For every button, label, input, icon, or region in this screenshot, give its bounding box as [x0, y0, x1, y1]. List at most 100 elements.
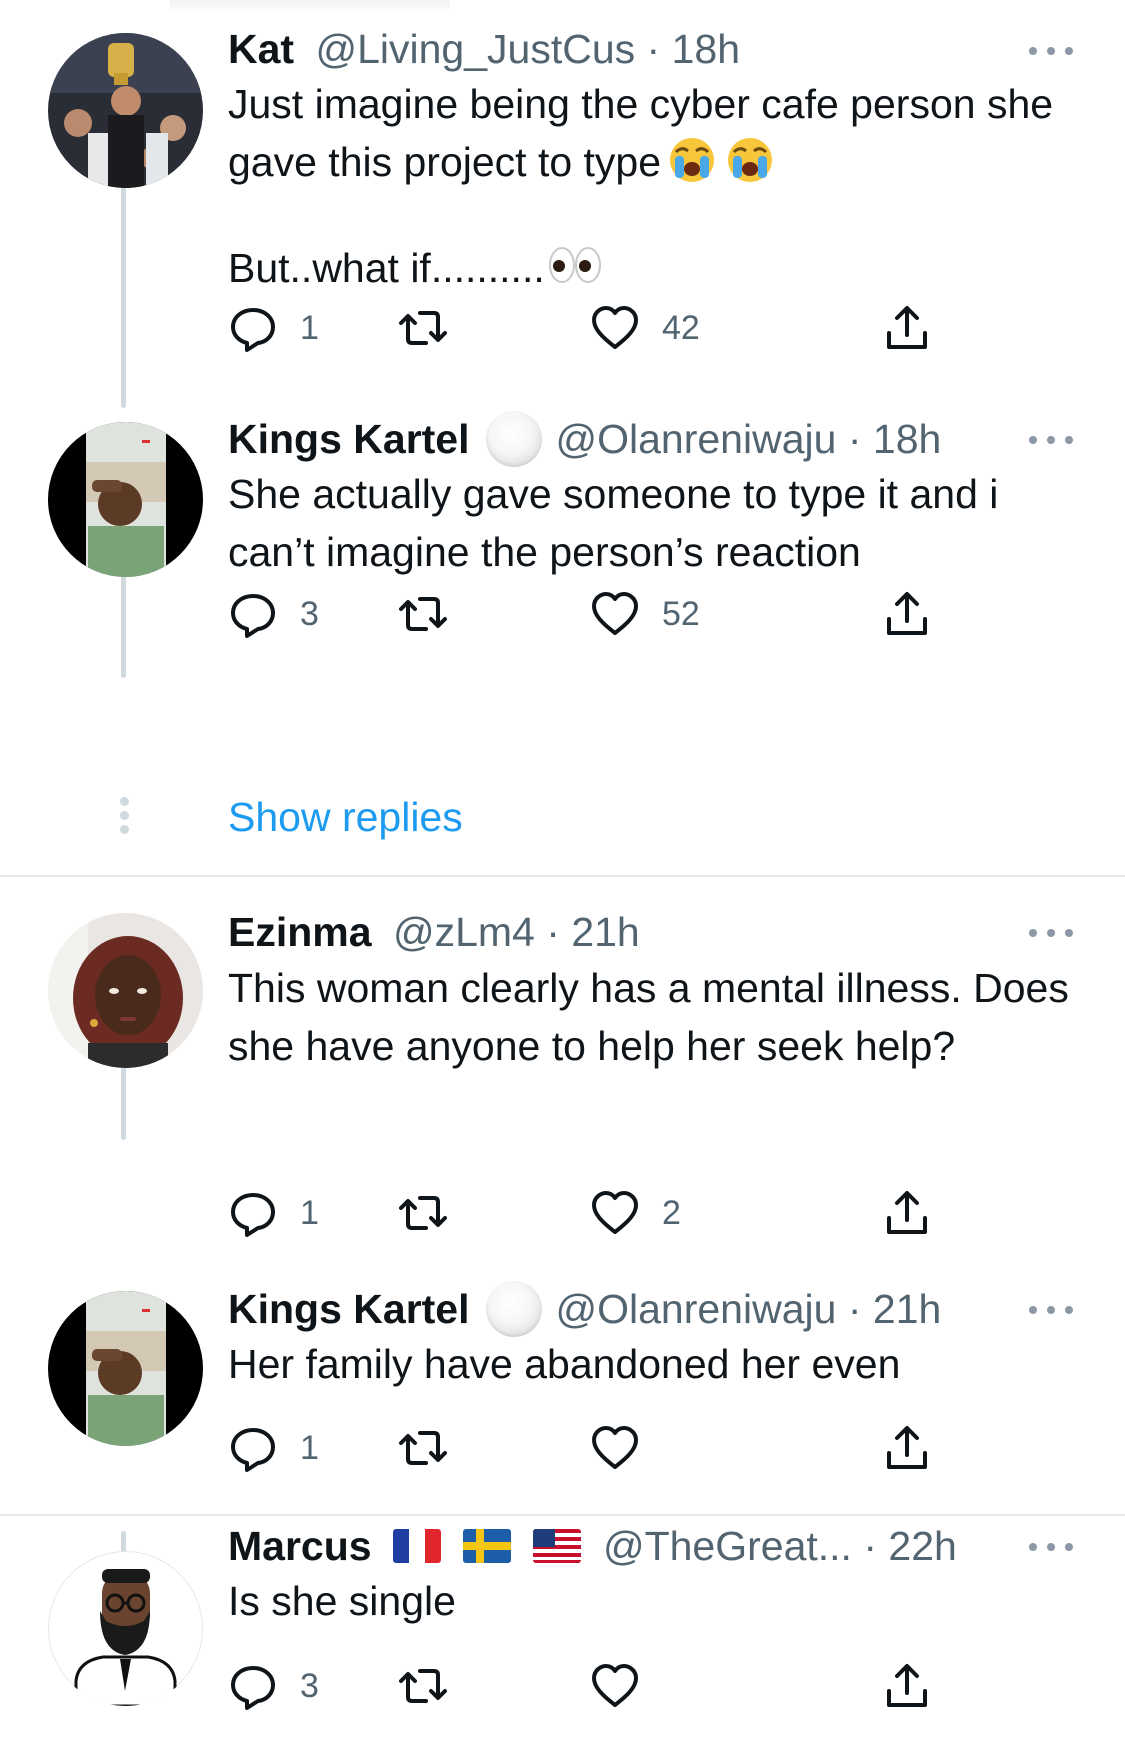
retweet-icon [399, 597, 447, 631]
share-icon [887, 1664, 927, 1707]
avatar-image [48, 1291, 203, 1446]
tweet-text: Her family have abandoned her even [228, 1341, 901, 1387]
display-name[interactable]: Kings Kartel [228, 1286, 470, 1332]
timestamp[interactable]: 22h [888, 1523, 956, 1569]
avatar[interactable] [48, 33, 203, 188]
action-bar: 1 42 [228, 298, 948, 358]
like-count: 52 [662, 594, 700, 633]
user-handle[interactable]: @Olanreniwaju [556, 1286, 837, 1332]
tweet-text: Just imagine being the cyber cafe person… [228, 75, 1095, 297]
user-handle[interactable]: @TheGreat... [603, 1523, 852, 1569]
user-handle[interactable]: @Olanreniwaju [556, 416, 837, 462]
like-button[interactable]: 52 [590, 584, 700, 644]
more-icon[interactable] [1029, 1303, 1073, 1315]
timestamp[interactable]: 21h [571, 909, 639, 955]
france-flag [392, 1529, 441, 1563]
like-button[interactable] [590, 1418, 662, 1478]
sweden-flag [462, 1529, 511, 1563]
thread-dots [118, 797, 130, 839]
separator: · [847, 1286, 862, 1332]
user-handle[interactable]: @Living_JustCus [315, 26, 635, 72]
usa-flag [532, 1529, 581, 1563]
retweet-button[interactable] [398, 584, 470, 644]
timestamp[interactable]: 18h [873, 416, 941, 462]
show-replies-link[interactable]: Show replies [228, 789, 463, 845]
avatar[interactable] [48, 913, 203, 1068]
like-button[interactable] [590, 1656, 662, 1716]
tweet[interactable]: Kings Kartel @Olanreniwaju · 21h Her fami… [0, 1277, 1125, 1511]
loudly-crying-face-emoji [725, 134, 775, 184]
share-button[interactable] [882, 1183, 932, 1243]
tweet-text: She actually gave someone to type it and… [228, 471, 999, 575]
heart-icon [592, 306, 638, 349]
share-button[interactable] [882, 1418, 932, 1478]
reply-count: 1 [300, 308, 319, 347]
display-name[interactable]: Kings Kartel [228, 416, 470, 462]
reply-button[interactable]: 3 [228, 584, 319, 644]
reply-button[interactable]: 1 [228, 1183, 319, 1243]
share-icon [887, 1191, 927, 1234]
display-name[interactable]: Ezinma [228, 909, 372, 955]
display-name[interactable]: Kat [228, 26, 294, 72]
retweet-icon [399, 1669, 447, 1703]
reply-count: 3 [300, 594, 319, 633]
share-button[interactable] [882, 1656, 932, 1716]
action-bar: 3 [228, 1656, 948, 1716]
retweet-icon [399, 1431, 447, 1465]
reply-button[interactable]: 1 [228, 298, 319, 358]
user-handle[interactable]: @zLm4 [393, 909, 535, 955]
separator: · [847, 416, 862, 462]
more-icon[interactable] [1029, 926, 1073, 938]
tweet[interactable]: Kat @Living_JustCus · 18h Just imagine b… [0, 0, 1125, 400]
tweet-header: Ezinma @zLm4 · 21h [228, 904, 1065, 960]
reply-count: 3 [300, 1666, 319, 1705]
avatar[interactable] [48, 422, 203, 577]
action-bar: 3 52 [228, 584, 948, 644]
like-count: 42 [662, 308, 700, 347]
retweet-button[interactable] [398, 1656, 470, 1716]
heart-icon [592, 1664, 638, 1707]
heart-icon [592, 1191, 638, 1234]
tweet-header: Kat @Living_JustCus · 18h [228, 21, 1065, 77]
share-button[interactable] [882, 298, 932, 358]
reply-icon [231, 1193, 275, 1237]
share-icon [887, 592, 927, 635]
tweet-text-line: Just imagine being the cyber cafe person… [228, 81, 1054, 185]
reply-icon [231, 1428, 275, 1472]
tweet[interactable]: Kings Kartel @Olanreniwaju · 18h She actu… [0, 400, 1125, 700]
like-button[interactable]: 2 [590, 1183, 681, 1243]
timestamp[interactable]: 18h [672, 26, 740, 72]
retweet-button[interactable] [398, 1418, 470, 1478]
separator: · [863, 1523, 878, 1569]
tweet-text-line: But..what if.......... [228, 245, 545, 291]
tweet[interactable]: Marcus @TheGreat... · 22h Is she single … [0, 1516, 1125, 1756]
reply-button[interactable]: 1 [228, 1418, 319, 1478]
more-icon[interactable] [1029, 44, 1073, 56]
share-icon [887, 306, 927, 349]
display-name[interactable]: Marcus [228, 1523, 372, 1569]
avatar-image [48, 422, 203, 577]
eyes-emoji [547, 240, 603, 290]
reply-count: 1 [300, 1193, 319, 1232]
avatar[interactable] [48, 1551, 203, 1706]
more-icon[interactable] [1029, 1540, 1073, 1552]
reply-button[interactable]: 3 [228, 1656, 319, 1716]
retweet-button[interactable] [398, 1183, 470, 1243]
separator: · [546, 909, 560, 955]
timestamp[interactable]: 21h [873, 1286, 941, 1332]
share-button[interactable] [882, 584, 932, 644]
more-icon[interactable] [1029, 433, 1073, 445]
reply-icon [231, 1666, 275, 1710]
like-button[interactable]: 42 [590, 298, 700, 358]
tweet-header: Kings Kartel @Olanreniwaju · 18h [228, 411, 1065, 467]
tweet[interactable]: Ezinma @zLm4 · 21h This woman clearly ha… [0, 877, 1125, 1277]
avatar-image [48, 33, 203, 188]
loudly-crying-face-emoji [667, 134, 717, 184]
avatar[interactable] [48, 1291, 203, 1446]
avatar-image [48, 913, 203, 1068]
share-icon [887, 1426, 927, 1469]
avatar-image [48, 1551, 203, 1706]
tweet-header: Marcus @TheGreat... · 22h [228, 1518, 1065, 1574]
retweet-icon [399, 1196, 447, 1230]
retweet-button[interactable] [398, 298, 470, 358]
